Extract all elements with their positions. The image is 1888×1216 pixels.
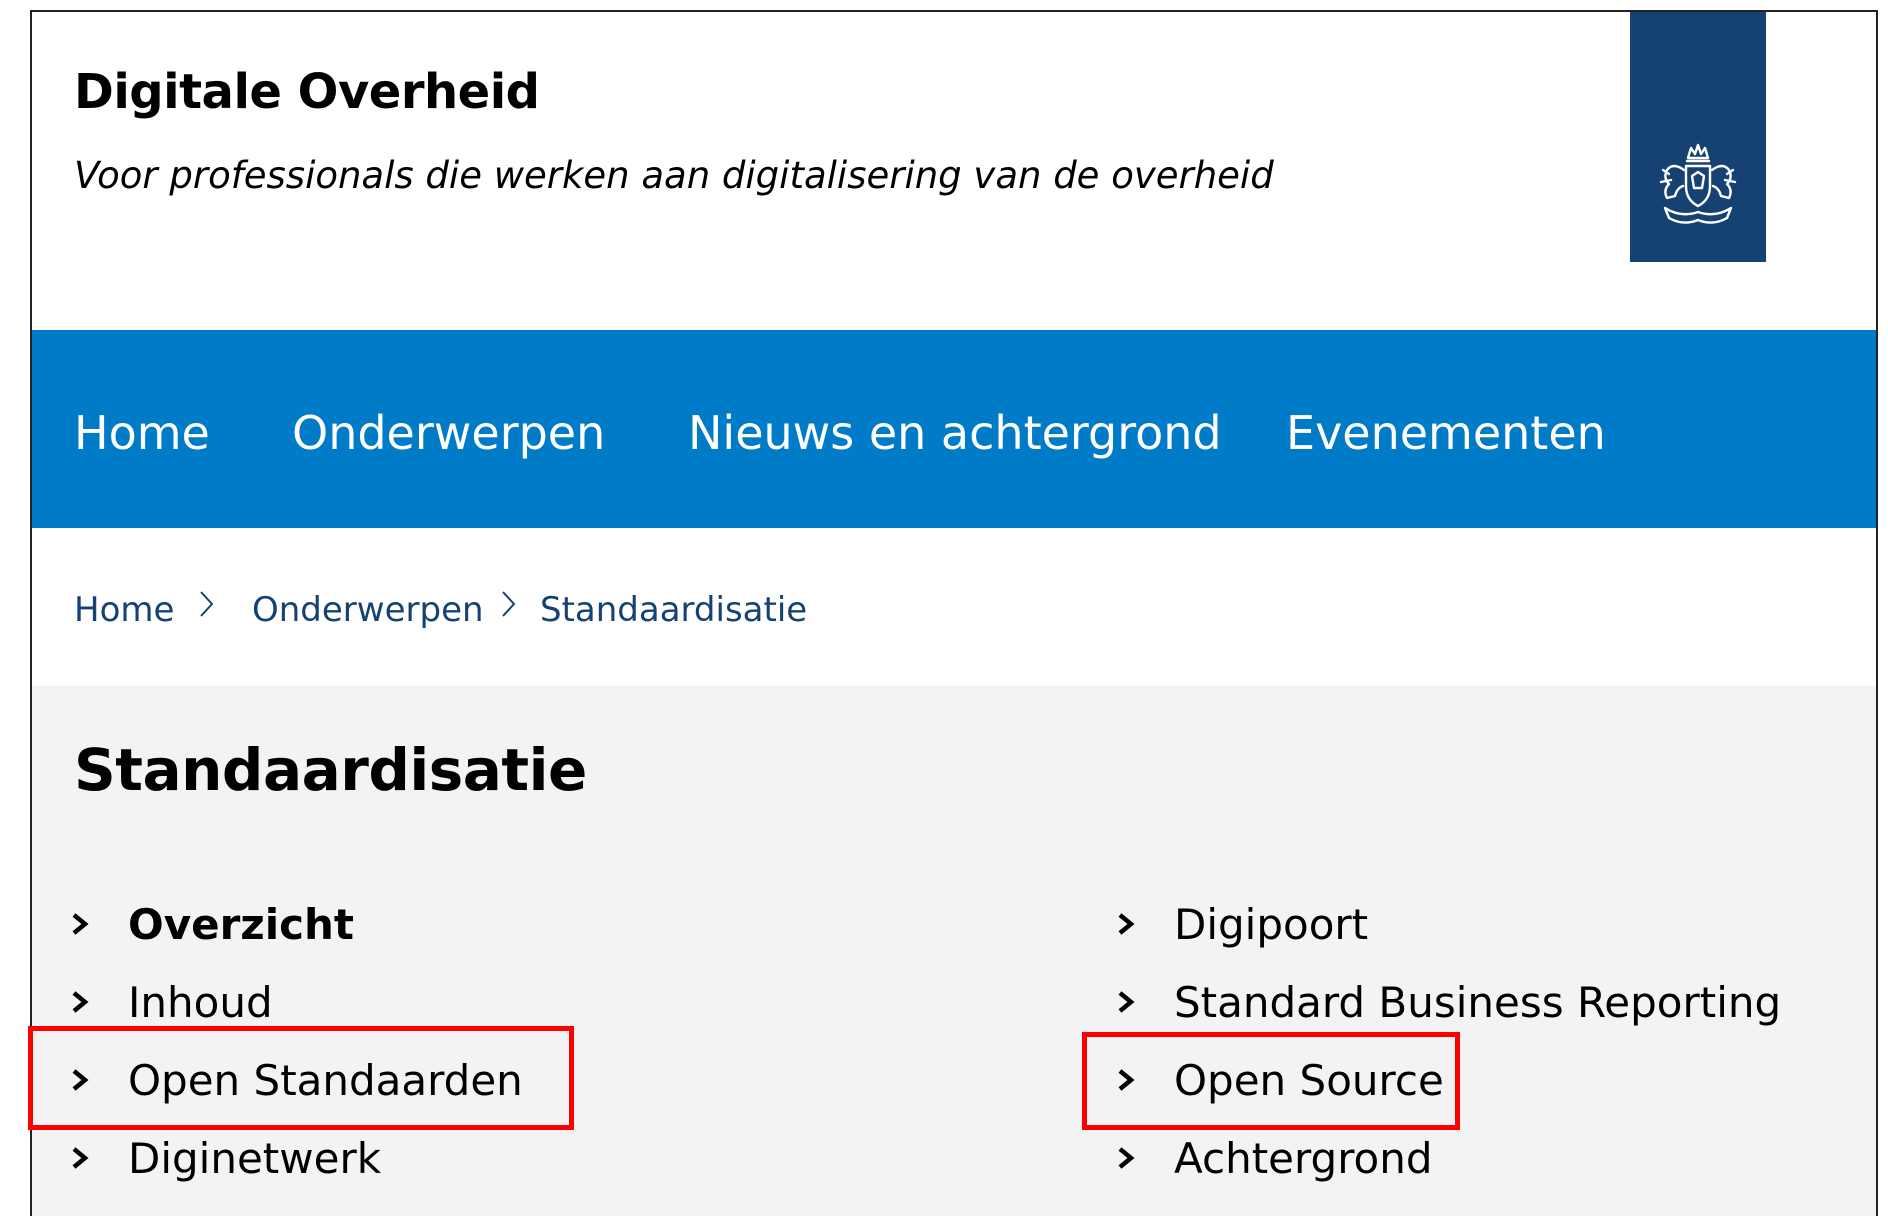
highlight-box-open-source: [1082, 1032, 1460, 1130]
link-inhoud[interactable]: Inhoud: [68, 972, 273, 1032]
link-achtergrond[interactable]: Achtergrond: [1114, 1128, 1433, 1188]
site-title[interactable]: Digitale Overheid: [74, 64, 540, 120]
chevron-right-icon: [1118, 991, 1135, 1013]
breadcrumb: Home Onderwerpen Standaardisatie: [32, 528, 1876, 686]
link-label: Standard Business Reporting: [1174, 977, 1782, 1027]
chevron-right-icon: [72, 1147, 89, 1169]
chevron-right-icon: [198, 584, 216, 633]
rijksoverheid-coat-of-arms-icon: [1659, 143, 1737, 224]
main-navigation: Home Onderwerpen Nieuws en achtergrond E…: [32, 330, 1876, 528]
link-diginetwerk[interactable]: Diginetwerk: [68, 1128, 381, 1188]
chevron-right-icon: [500, 584, 518, 633]
page-title: Standaardisatie: [74, 736, 587, 804]
highlight-box-open-standaarden: [28, 1026, 574, 1130]
link-label: Inhoud: [128, 977, 273, 1027]
chevron-right-icon: [1118, 1147, 1135, 1169]
breadcrumb-onderwerpen[interactable]: Onderwerpen: [252, 590, 484, 630]
breadcrumb-home[interactable]: Home: [74, 590, 174, 630]
link-digipoort[interactable]: Digipoort: [1114, 894, 1368, 954]
rijksoverheid-logo[interactable]: [1630, 12, 1766, 262]
chevron-right-icon: [72, 913, 89, 935]
link-label: Digipoort: [1174, 899, 1369, 949]
nav-home[interactable]: Home: [74, 406, 210, 460]
chevron-right-icon: [72, 991, 89, 1013]
link-standard-business-reporting[interactable]: Standard Business Reporting: [1114, 972, 1781, 1032]
link-label: Diginetwerk: [128, 1133, 382, 1183]
nav-onderwerpen[interactable]: Onderwerpen: [292, 406, 605, 460]
content-area: Standaardisatie Overzicht Inhoud Open St…: [32, 686, 1876, 1216]
breadcrumb-current: Standaardisatie: [540, 590, 808, 630]
nav-nieuws-en-achtergrond[interactable]: Nieuws en achtergrond: [688, 406, 1222, 460]
link-overzicht[interactable]: Overzicht: [68, 894, 354, 954]
site-tagline: Voor professionals die werken aan digita…: [74, 154, 1274, 197]
site-header: Digitale Overheid Voor professionals die…: [32, 12, 1876, 330]
chevron-right-icon: [1118, 913, 1135, 935]
link-label: Overzicht: [128, 899, 354, 949]
nav-evenementen[interactable]: Evenementen: [1286, 406, 1606, 460]
link-label: Achtergrond: [1174, 1133, 1433, 1183]
